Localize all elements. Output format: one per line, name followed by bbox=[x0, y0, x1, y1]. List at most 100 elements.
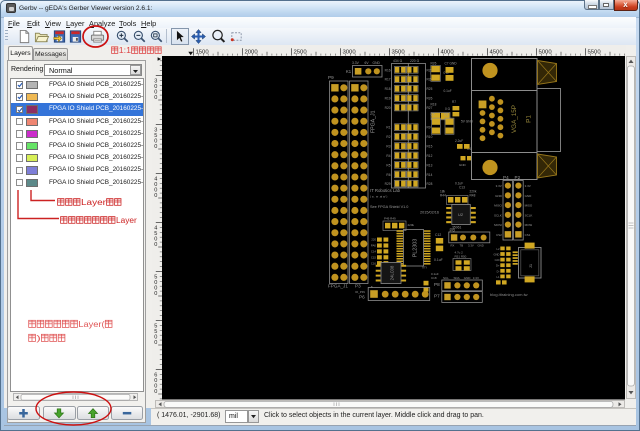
svg-text:SCLK: SCLK bbox=[494, 213, 502, 217]
svg-text:FPGA_J1: FPGA_J1 bbox=[328, 284, 348, 289]
svg-text:R51 R50: R51 R50 bbox=[455, 254, 467, 258]
svg-text:R14: R14 bbox=[427, 173, 433, 177]
svg-text:GND: GND bbox=[494, 253, 500, 257]
svg-text:GND: GND bbox=[495, 194, 503, 198]
svg-text:P1: P1 bbox=[526, 115, 533, 123]
svg-text:3.3V: 3.3V bbox=[468, 243, 474, 247]
svg-text:0 Ω: 0 Ω bbox=[445, 107, 451, 111]
svg-text:R29: R29 bbox=[385, 182, 391, 186]
svg-text:GND: GND bbox=[459, 163, 467, 167]
svg-text:2.2uF: 2.2uF bbox=[455, 139, 463, 143]
svg-text:CS1: CS1 bbox=[525, 233, 531, 237]
svg-text:R2: R2 bbox=[386, 135, 390, 139]
svg-text:R17: R17 bbox=[385, 78, 391, 82]
svg-text:P3: P3 bbox=[355, 284, 361, 289]
svg-text:0: 0 bbox=[154, 389, 157, 395]
svg-text:2000: 2000 bbox=[245, 49, 259, 55]
svg-text:RX: RX bbox=[451, 243, 455, 247]
svg-text:4000: 4000 bbox=[441, 49, 455, 55]
svg-text:U2: U2 bbox=[458, 212, 464, 217]
svg-text:5000: 5000 bbox=[539, 49, 553, 55]
svg-text:XTI: XTI bbox=[422, 266, 427, 270]
svg-text:C12: C12 bbox=[435, 233, 441, 237]
svg-text:R44: R44 bbox=[440, 194, 446, 198]
svg-text:2015/02/16: 2015/02/16 bbox=[420, 211, 439, 215]
svg-text:R18: R18 bbox=[385, 87, 391, 91]
svg-text:0: 0 bbox=[154, 144, 157, 150]
svg-text:PL2303: PL2303 bbox=[413, 239, 419, 258]
svg-text:1500: 1500 bbox=[196, 49, 210, 55]
svg-text:D-: D- bbox=[497, 269, 500, 273]
svg-text:R4: R4 bbox=[386, 154, 390, 158]
svg-text:434 Ω: 434 Ω bbox=[393, 59, 403, 63]
svg-text:0.1uF: 0.1uF bbox=[444, 89, 452, 93]
svg-text:P49 R49: P49 R49 bbox=[384, 217, 396, 221]
svg-text:MOSI: MOSI bbox=[525, 223, 533, 227]
svg-text:MISO: MISO bbox=[525, 204, 533, 208]
svg-text:IO_PIN: IO_PIN bbox=[355, 290, 365, 294]
svg-text:K1: K1 bbox=[346, 69, 352, 74]
svg-text:P7: P7 bbox=[434, 294, 440, 299]
svg-text:R5: R5 bbox=[386, 163, 390, 167]
svg-text:IT Robotics Lab: IT Robotics Lab bbox=[370, 188, 401, 193]
svg-text:D+: D+ bbox=[496, 264, 500, 268]
svg-text:R25: R25 bbox=[427, 87, 433, 91]
svg-text:blog.ittraining.com.tw: blog.ittraining.com.tw bbox=[490, 292, 528, 297]
svg-text:0: 0 bbox=[154, 242, 157, 248]
svg-text:R12: R12 bbox=[427, 154, 433, 158]
svg-text:MOSI: MOSI bbox=[494, 223, 502, 227]
svg-text:R26: R26 bbox=[427, 97, 433, 101]
svg-text:C14: C14 bbox=[371, 250, 377, 254]
svg-text:5500: 5500 bbox=[588, 49, 602, 55]
svg-text:R18: R18 bbox=[431, 103, 437, 107]
svg-text:GND: GND bbox=[478, 243, 484, 247]
svg-text:P8: P8 bbox=[434, 282, 440, 287]
svg-text:SCLK: SCLK bbox=[525, 213, 533, 217]
svg-text:( a . w .ai a/ ): ( a . w .ai a/ ) bbox=[370, 195, 387, 199]
svg-text:C20: C20 bbox=[495, 258, 500, 262]
svg-text:220: 220 bbox=[371, 238, 376, 242]
svg-text:0.1uF: 0.1uF bbox=[434, 258, 443, 262]
svg-text:R26: R26 bbox=[431, 62, 437, 66]
svg-text:3.3V: 3.3V bbox=[352, 61, 360, 65]
svg-text:C15: C15 bbox=[371, 255, 377, 259]
svg-text:R28: R28 bbox=[427, 182, 433, 186]
svg-text:220 Ω: 220 Ω bbox=[410, 59, 420, 63]
svg-text:VGA_15P: VGA_15P bbox=[511, 105, 518, 133]
svg-text:24LC08: 24LC08 bbox=[390, 265, 395, 280]
svg-text:C6: C6 bbox=[444, 113, 448, 117]
svg-text:0: 0 bbox=[154, 193, 157, 199]
svg-text:R6: R6 bbox=[386, 173, 390, 177]
svg-text:220k: 220k bbox=[408, 223, 415, 227]
svg-text:TB: TB bbox=[460, 243, 464, 247]
svg-text:PA0: PA0 bbox=[371, 244, 377, 248]
svg-text:GND: GND bbox=[525, 194, 533, 198]
svg-text:R13: R13 bbox=[427, 163, 433, 167]
svg-text:R48: R48 bbox=[470, 194, 476, 198]
svg-text:L1: L1 bbox=[497, 275, 500, 279]
svg-text:C13: C13 bbox=[459, 186, 465, 190]
svg-text:3.3V: 3.3V bbox=[525, 184, 531, 188]
svg-text:P4: P4 bbox=[503, 175, 509, 180]
svg-text:0: 0 bbox=[154, 340, 157, 346]
svg-text:R20: R20 bbox=[385, 106, 391, 110]
svg-text:P9: P9 bbox=[328, 75, 334, 80]
svg-text:C16: C16 bbox=[371, 261, 377, 265]
svg-text:R7: R7 bbox=[452, 100, 456, 104]
svg-text:R10: R10 bbox=[427, 135, 433, 139]
svg-text:See FPGA Shield V1.0: See FPGA Shield V1.0 bbox=[370, 205, 408, 209]
svg-text:3.3V: 3.3V bbox=[496, 184, 502, 188]
svg-text:L2: L2 bbox=[497, 247, 500, 251]
svg-text:GND: GND bbox=[373, 61, 381, 65]
svg-text:3500: 3500 bbox=[392, 49, 406, 55]
svg-text:4500: 4500 bbox=[490, 49, 504, 55]
svg-text:0: 0 bbox=[154, 95, 157, 101]
svg-text:R16: R16 bbox=[385, 68, 391, 72]
svg-text:FPGA_J1: FPGA_J1 bbox=[371, 110, 377, 133]
svg-text:3000: 3000 bbox=[343, 49, 357, 55]
svg-text:MISO: MISO bbox=[494, 204, 502, 208]
svg-text:R3: R3 bbox=[386, 145, 390, 149]
svg-text:P2: P2 bbox=[515, 175, 521, 180]
svg-text:R27: R27 bbox=[427, 106, 433, 110]
svg-text:P6: P6 bbox=[359, 295, 365, 300]
